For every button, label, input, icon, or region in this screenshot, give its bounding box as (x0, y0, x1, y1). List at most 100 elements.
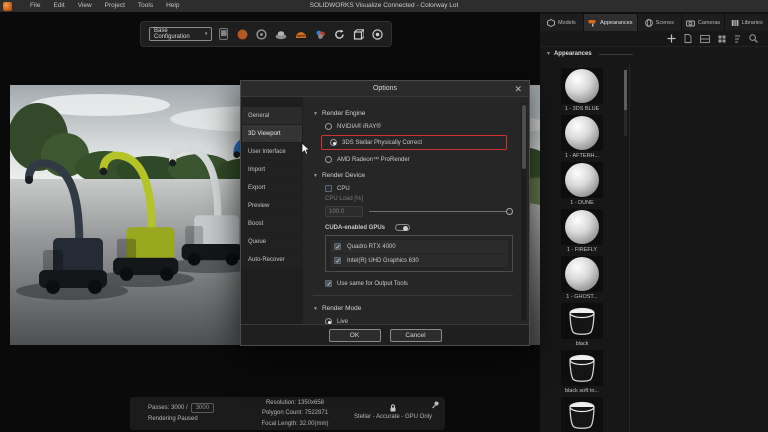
appearance-item[interactable]: 1 - FIREFLY (544, 209, 620, 253)
model-icon[interactable] (237, 29, 248, 40)
options-dialog: Options ✕ General 3D Viewport User Inter… (240, 80, 530, 346)
mouse-cursor (301, 143, 311, 155)
sphere-thumbnail (561, 209, 603, 245)
sidebar-item-auto-recover[interactable]: Auto-Recover (242, 251, 302, 268)
palette-panel: Models Appearances Scenes Cameras Librar… (540, 12, 768, 432)
sidebar-item-export[interactable]: Export (242, 179, 302, 196)
paint-bucket-thumbnail (561, 303, 603, 339)
gpu-row-quadro[interactable]: Quadro RTX 4000 (330, 240, 508, 253)
cpu-load-input[interactable]: 100.0 (325, 206, 363, 217)
grid-view-icon[interactable] (718, 35, 726, 43)
tab-label: Scenes (656, 20, 674, 26)
radio-3ds-stellar[interactable]: 3DS Stellar Physically Correct (330, 139, 502, 146)
render-engine-section-header[interactable]: ▼ Render Engine (313, 110, 513, 117)
tab-appearances[interactable]: Appearances (584, 14, 637, 31)
sidebar-item-boost[interactable]: Boost (242, 215, 302, 232)
sidebar-item-queue[interactable]: Queue (242, 233, 302, 250)
menu-view[interactable]: View (78, 0, 92, 12)
appearance-label: 1 - GHOST... (544, 294, 620, 300)
menu-edit[interactable]: Edit (53, 0, 64, 12)
appearance-item[interactable]: black spray... (544, 397, 620, 432)
slider-track (369, 211, 511, 212)
collapse-caret-icon: ▼ (313, 173, 318, 179)
appearance-label: black soft to... (544, 388, 620, 394)
appearance-item[interactable]: black soft to... (544, 350, 620, 394)
appearance-item[interactable]: 1 - DUNE (544, 162, 620, 206)
tab-cameras[interactable]: Cameras (682, 14, 725, 31)
render-queue-icon[interactable] (353, 29, 364, 40)
sidebar-item-import[interactable]: Import (242, 161, 302, 178)
scrollbar-thumb[interactable] (624, 70, 627, 110)
palette-tabs: Models Appearances Scenes Cameras Librar… (540, 12, 768, 31)
radio-label: NVIDIA® iRAY® (337, 124, 381, 130)
layout-icon[interactable] (700, 35, 710, 43)
tab-libraries[interactable]: Libraries (725, 14, 768, 31)
configuration-grid-button[interactable]: ▦ (219, 28, 228, 40)
appearance-item[interactable]: black (544, 303, 620, 347)
appearance-list-scrollbar[interactable] (624, 70, 627, 136)
ok-button[interactable]: OK (329, 329, 381, 342)
engine-status-group: Stellar - Accurate - GPU Only (350, 404, 436, 422)
appearance-item[interactable]: 1 - AFTERH... (544, 115, 620, 159)
render-mode-section-header[interactable]: ▼ Render Mode (313, 305, 513, 312)
menu-tools[interactable]: Tools (138, 0, 153, 12)
checkbox-checked-icon (334, 257, 341, 264)
radio-nvidia-iray[interactable]: NVIDIA® iRAY® (325, 123, 513, 130)
sphere-thumbnail (561, 162, 603, 198)
tab-scenes[interactable]: Scenes (638, 14, 681, 31)
sidebar-item-3d-viewport[interactable]: 3D Viewport (242, 125, 302, 142)
checkbox-icon (325, 185, 332, 192)
paint-roller-icon (588, 19, 597, 27)
radio-label: 3DS Stellar Physically Correct (342, 140, 422, 146)
main-toolbar: Base Configuration ▾ ▦ (140, 21, 392, 47)
gpu-row-intel[interactable]: Intel(R) UHD Graphics 630 (330, 254, 508, 267)
menu-project[interactable]: Project (105, 0, 125, 12)
render-icon[interactable] (372, 29, 383, 40)
options-sidebar: General 3D Viewport User Interface Impor… (241, 97, 303, 324)
radio-amd-prorender[interactable]: AMD Radeon™ ProRender (325, 156, 513, 163)
cpu-checkbox-row[interactable]: CPU (325, 185, 513, 192)
tab-label: Appearances (600, 20, 632, 26)
appearance-item[interactable]: 1 - 3DS BLUE (544, 68, 620, 112)
search-icon[interactable] (749, 34, 758, 43)
camera-icon (686, 19, 695, 27)
close-icon[interactable]: ✕ (514, 81, 522, 97)
sort-icon[interactable] (734, 35, 741, 43)
dialog-scrollbar[interactable] (521, 103, 526, 321)
cancel-button[interactable]: Cancel (390, 329, 442, 342)
import-file-icon[interactable] (684, 34, 692, 43)
cpu-load-slider[interactable] (369, 206, 513, 217)
configuration-dropdown[interactable]: Base Configuration ▾ (149, 27, 212, 41)
cuda-toggle[interactable] (395, 224, 410, 231)
appearances-tree-header[interactable]: ▼ Appearances (540, 47, 768, 59)
add-icon[interactable] (667, 34, 676, 43)
toolbar-icons (237, 29, 383, 40)
render-mode-header-label: Render Mode (322, 305, 361, 312)
sidebar-item-user-interface[interactable]: User Interface (242, 143, 302, 160)
turntable-icon[interactable] (256, 29, 267, 40)
passes-value[interactable]: 3000 (191, 403, 214, 413)
sidebar-item-preview[interactable]: Preview (242, 197, 302, 214)
app-window: File Edit View Project Tools Help SOLIDW… (0, 0, 768, 432)
tree-header-label: Appearances (554, 51, 592, 57)
scrollbar-thumb[interactable] (522, 105, 526, 169)
use-same-label: Use same for Output Tools (337, 281, 408, 287)
tab-models[interactable]: Models (540, 14, 583, 31)
group-icon[interactable] (275, 29, 287, 40)
menu-help[interactable]: Help (166, 0, 179, 12)
radio-live[interactable]: Live (325, 318, 513, 324)
menu-file[interactable]: File (30, 0, 40, 12)
render-status-bar: Passes: 3000 / 3000 Rendering Paused Res… (130, 397, 445, 430)
render-device-section-header[interactable]: ▼ Render Device (313, 172, 513, 179)
options-dialog-header[interactable]: Options ✕ (241, 81, 529, 97)
slider-knob[interactable] (506, 208, 513, 215)
sidebar-item-general[interactable]: General (242, 107, 302, 124)
use-same-row[interactable]: Use same for Output Tools (325, 280, 513, 287)
appearance-item[interactable]: 1 - GHOST... (544, 256, 620, 300)
options-dialog-title: Options (241, 81, 529, 97)
refresh-icon[interactable] (334, 29, 345, 40)
collapse-caret-icon: ▼ (546, 51, 551, 57)
helmet-icon[interactable] (295, 29, 307, 40)
appearance-icon[interactable] (315, 29, 326, 40)
pin-icon[interactable] (431, 401, 439, 409)
